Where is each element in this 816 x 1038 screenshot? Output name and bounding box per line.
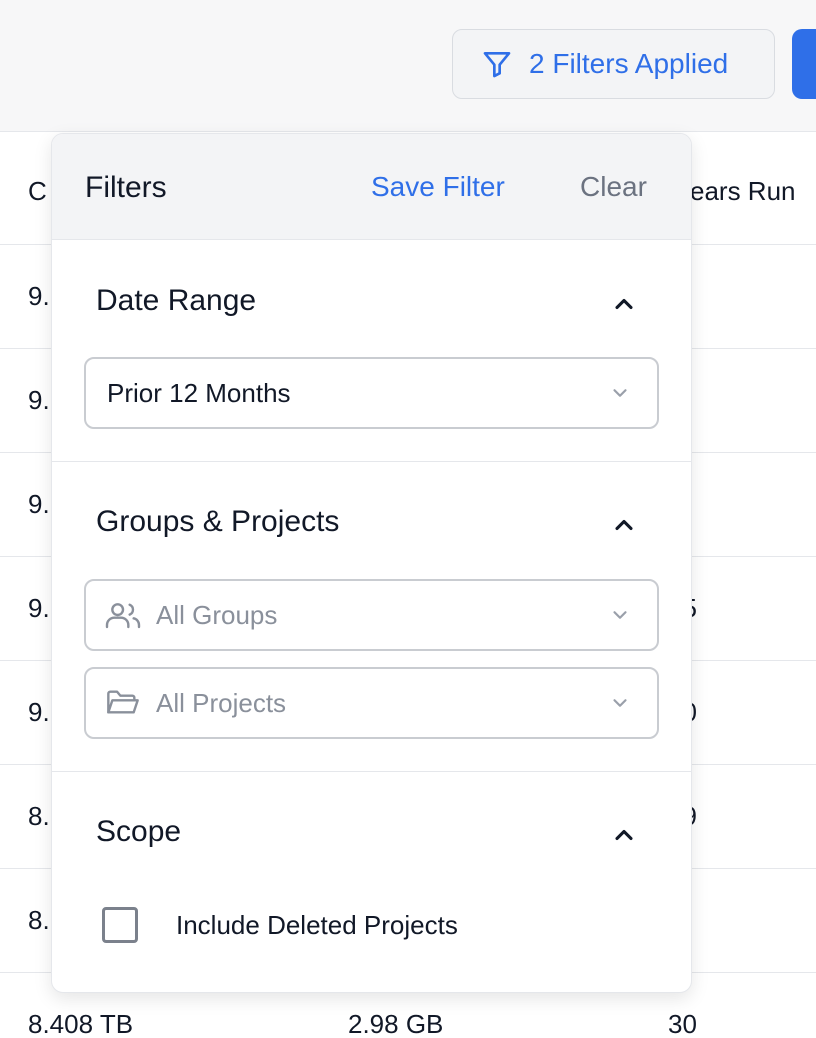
column-header-years-run[interactable]: ears Run <box>690 176 796 207</box>
table-cell: 9. <box>28 593 50 623</box>
folder-icon <box>107 690 139 714</box>
date-range-value: Prior 12 Months <box>107 377 291 408</box>
table-cell: 9. <box>28 697 50 727</box>
scope-title: Scope <box>96 815 182 848</box>
clear-filters-button[interactable]: Clear <box>580 171 647 203</box>
chevron-down-icon <box>613 389 627 397</box>
filters-panel-title: Filters <box>85 171 167 204</box>
chevron-down-icon <box>613 699 627 707</box>
column-header-first[interactable]: C <box>28 176 47 207</box>
chevron-up-icon[interactable] <box>610 821 638 849</box>
groups-placeholder: All Groups <box>156 599 278 630</box>
groups-projects-section: Groups & Projects All Groups All Project… <box>52 462 691 772</box>
scope-section: Scope Include Deleted Projects <box>52 772 691 992</box>
filters-applied-label: 2 Filters Applied <box>529 48 729 79</box>
date-range-section: Date Range Prior 12 Months <box>52 240 691 462</box>
filters-applied-button[interactable]: 2 Filters Applied <box>452 29 775 99</box>
date-range-select[interactable]: Prior 12 Months <box>84 357 659 429</box>
projects-placeholder: All Projects <box>156 687 287 718</box>
projects-select[interactable]: All Projects <box>84 667 659 739</box>
groups-projects-title: Groups & Projects <box>96 505 340 538</box>
users-icon <box>105 603 141 629</box>
table-cell: 9. <box>28 385 50 415</box>
table-cell: 9. <box>28 281 50 311</box>
date-range-title: Date Range <box>96 284 257 317</box>
filter-funnel-icon <box>483 52 511 78</box>
table-cell: 8. <box>28 905 50 935</box>
table-cell: 30 <box>668 1009 697 1038</box>
include-deleted-label[interactable]: Include Deleted Projects <box>176 910 458 941</box>
save-filter-button[interactable]: Save Filter <box>371 171 505 203</box>
filters-panel-header: Filters Save Filter Clear <box>52 134 691 240</box>
top-toolbar: 2 Filters Applied <box>0 0 816 132</box>
chevron-up-icon[interactable] <box>610 290 638 318</box>
table-cell: 8.408 TB <box>28 1009 134 1038</box>
chevron-up-icon[interactable] <box>610 511 638 539</box>
table-cell: 8. <box>28 801 50 831</box>
table-cell: 9. <box>28 489 50 519</box>
include-deleted-checkbox[interactable] <box>102 907 138 943</box>
primary-action-button[interactable] <box>792 29 816 99</box>
groups-select[interactable]: All Groups <box>84 579 659 651</box>
page: 2 Filters Applied C ears Run 9. 7 9. 9 9… <box>0 0 816 1038</box>
chevron-down-icon <box>613 611 627 619</box>
filters-panel: Filters Save Filter Clear Date Range Pri… <box>51 133 692 993</box>
table-cell: 2.98 GB <box>348 1009 444 1038</box>
